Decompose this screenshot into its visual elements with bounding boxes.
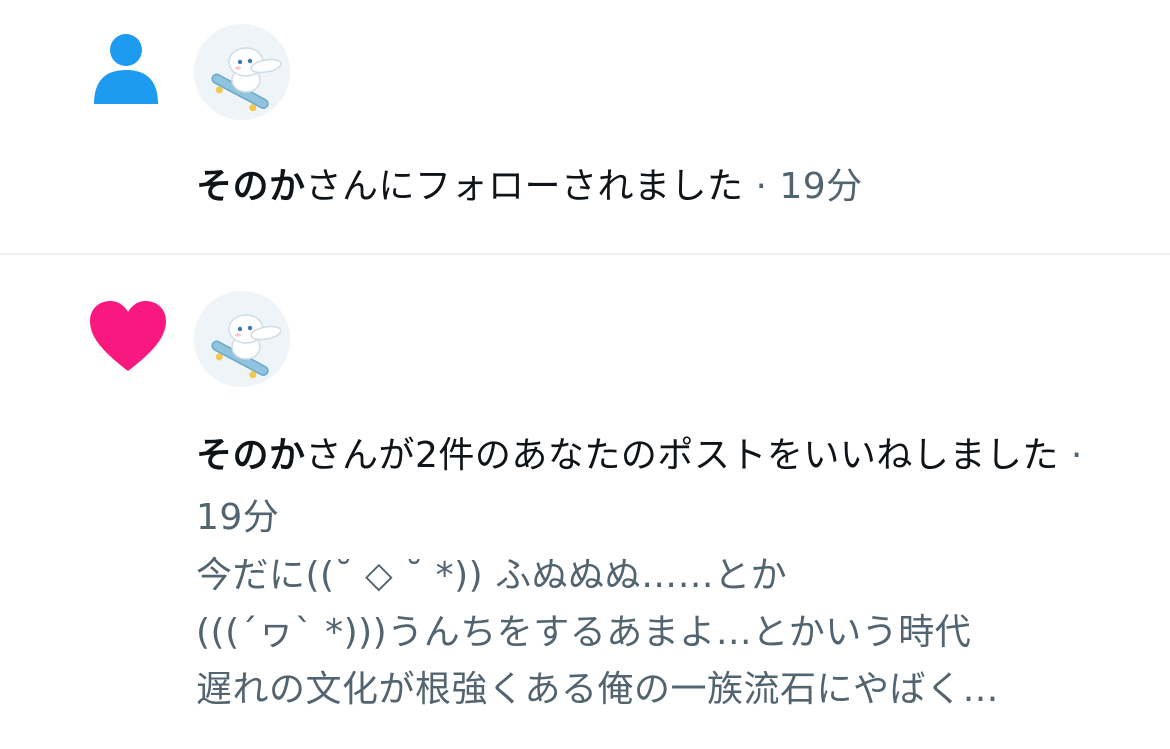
timestamp: 19分 — [196, 497, 280, 538]
user-avatar[interactable] — [194, 24, 290, 120]
timestamp: 19分 — [779, 166, 863, 207]
notification-message: さんにフォローされました — [305, 166, 744, 207]
notification-text: そのかさんが2件のあなたのポストをいいねしました · 19分 — [196, 425, 1116, 549]
post-preview-line: 今だに((˘ ◇ ˘ *)) ふぬぬぬ……とか — [196, 555, 788, 596]
notification-message: さんが2件のあなたのポストをいいねしました — [305, 435, 1059, 476]
person-icon — [88, 30, 164, 106]
separator: · — [743, 166, 780, 207]
separator: · — [1058, 435, 1083, 476]
post-preview-line: 遅れの文化が根強くある俺の一族流石にやばく… — [196, 669, 1000, 710]
post-preview[interactable]: 今だに((˘ ◇ ˘ *)) ふぬぬぬ……とか (((´ヮ` *)))うんちをす… — [196, 547, 1116, 718]
follow-notification[interactable]: そのかさんにフォローされました · 19分 — [0, 0, 1170, 255]
like-notification[interactable]: そのかさんが2件のあなたのポストをいいねしました · 19分 今だに((˘ ◇ … — [0, 255, 1170, 749]
post-preview-line: (((´ヮ` *)))うんちをするあまよ…とかいう時代 — [196, 612, 972, 653]
heart-icon — [88, 299, 168, 379]
user-name-link[interactable]: そのか — [196, 166, 306, 207]
notification-text: そのかさんにフォローされました · 19分 — [196, 156, 1116, 218]
user-avatar[interactable] — [194, 291, 290, 387]
user-name-link[interactable]: そのか — [196, 435, 306, 476]
notifications-feed: そのかさんにフォローされました · 19分 そのかさんが2件のあなたのポストをい… — [0, 0, 1170, 749]
